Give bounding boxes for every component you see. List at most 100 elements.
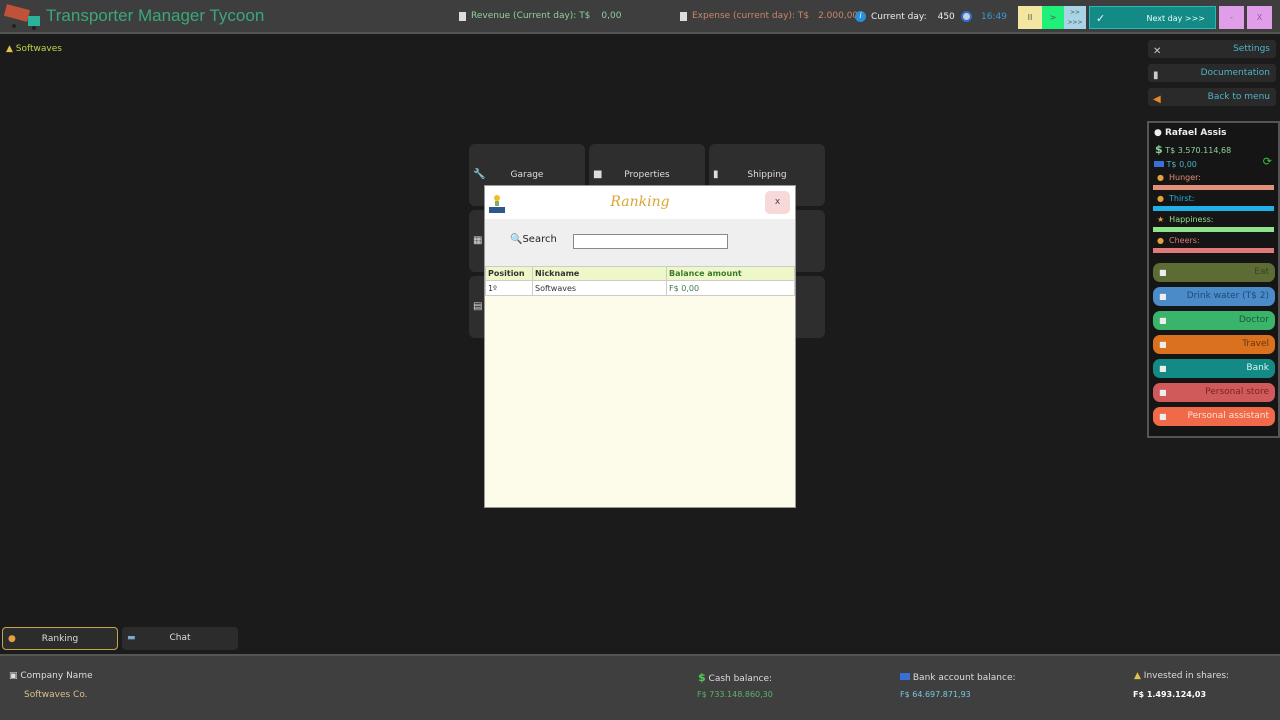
next-day-label: Next day >>> — [1146, 14, 1205, 23]
need-label: ★ Happiness: — [1157, 215, 1278, 224]
need-icon: ★ — [1157, 215, 1165, 224]
cell-nickname: Softwaves — [532, 280, 667, 296]
need-label-text: Thirst: — [1168, 194, 1195, 203]
bank-value: F$ 64.697.871,93 — [900, 690, 971, 699]
cart-icon: ▦ — [473, 235, 483, 246]
need-label: ● Thirst: — [1157, 194, 1278, 203]
user-icon: ▲ — [6, 44, 13, 54]
personal-assistant-button[interactable]: ■ Personal assistant — [1153, 407, 1275, 426]
cell-balance: F$ 0,00 — [666, 280, 795, 296]
bank-button[interactable]: ■ Bank — [1153, 359, 1275, 378]
action-label: Personal assistant — [1187, 411, 1269, 421]
info-icon: ● — [1154, 128, 1162, 138]
revenue-label: Revenue (Current day): T$ — [471, 11, 591, 21]
drink-water-t-icon: ■ — [1159, 292, 1167, 301]
eat-icon: ■ — [1159, 268, 1167, 277]
revenue-stat: Revenue (Current day): T$ 0,00 — [459, 11, 621, 21]
column-header-nickname[interactable]: Nickname — [532, 266, 667, 281]
need-bar — [1153, 206, 1274, 211]
ranking-table: Position Nickname Balance amount 1º Soft… — [485, 266, 795, 296]
documentation-button[interactable]: ▮ Documentation — [1148, 64, 1276, 82]
truck-logo-icon — [4, 4, 40, 30]
action-label: Personal store — [1205, 387, 1269, 397]
tile-label: Shipping — [747, 170, 787, 180]
play-button[interactable]: > — [1042, 6, 1064, 29]
clock-stat: 16:49 — [961, 11, 1007, 22]
action-label: Doctor — [1238, 315, 1269, 325]
need-bar-fill — [1153, 248, 1274, 253]
search-label: Search — [522, 234, 557, 245]
eat-button[interactable]: ■ Eat — [1153, 263, 1275, 282]
need-bar-fill — [1153, 206, 1274, 211]
username: Softwaves — [15, 44, 62, 54]
tab-chat[interactable]: ▬ Chat — [122, 627, 238, 650]
need-bar-fill — [1153, 185, 1274, 190]
dollar-icon: $ — [698, 671, 706, 684]
chat-icon: ▬ — [127, 633, 136, 643]
minimize-button[interactable]: - — [1219, 6, 1244, 29]
table-row[interactable]: 1º Softwaves F$ 0,00 — [485, 280, 795, 296]
document-icon — [680, 11, 687, 21]
back-label: Back to menu — [1207, 92, 1270, 102]
doctor-button[interactable]: ■ Doctor — [1153, 311, 1275, 330]
column-header-position[interactable]: Position — [485, 266, 533, 281]
footer: ▣ Company Name Softwaves Co. $ Cash bala… — [0, 654, 1280, 720]
tile-label: Properties — [624, 170, 670, 180]
card-icon — [900, 673, 910, 680]
tab-label: Ranking — [41, 634, 79, 644]
shares-icon: ▲ — [1134, 671, 1141, 681]
tile-label: Garage — [510, 170, 544, 180]
app-title: Transporter Manager Tycoon — [46, 6, 265, 25]
time-value: 16:49 — [981, 11, 1007, 22]
pause-button[interactable]: II — [1018, 6, 1042, 29]
company-label: ▣ Company Name — [9, 671, 93, 681]
ranking-modal: Ranking x 🔍Search Position Nickname Bala… — [484, 185, 796, 508]
dollar-icon: $ — [1155, 143, 1163, 156]
doctor-icon: ■ — [1159, 316, 1167, 325]
player-bank: T$ 0,00 — [1154, 160, 1278, 169]
cell-position: 1º — [485, 280, 533, 296]
modal-close-button[interactable]: x — [765, 191, 790, 214]
ranking-icon: ● — [8, 634, 16, 644]
action-label: Eat — [1254, 267, 1269, 277]
travel-icon: ■ — [1159, 340, 1167, 349]
need-bar — [1153, 185, 1274, 190]
player-bank-value: T$ 0,00 — [1166, 160, 1197, 169]
shares-label: ▲ Invested in shares: — [1134, 671, 1229, 681]
back-to-menu-button[interactable]: ◀ Back to menu — [1148, 88, 1276, 106]
player-name: Rafael Assis — [1165, 128, 1227, 138]
clock-icon — [961, 11, 972, 22]
company-label-text: Company Name — [20, 671, 93, 681]
action-label: Drink water (T$ 2) — [1186, 291, 1269, 301]
close-button[interactable]: X — [1247, 6, 1272, 29]
current-day-stat: i Current day: 450 — [855, 11, 955, 22]
report-icon: ▤ — [473, 301, 483, 312]
personal-store-icon: ■ — [1159, 388, 1167, 397]
settings-button[interactable]: ✕ Settings — [1148, 40, 1276, 58]
search-icon: 🔍 — [510, 234, 523, 245]
column-header-balance[interactable]: Balance amount — [666, 266, 795, 281]
shares-value: F$ 1.493.124,03 — [1133, 690, 1207, 699]
expense-stat: Expense (current day): T$ 2.000,00 — [680, 11, 858, 21]
player-name-row: ● Rafael Assis — [1154, 128, 1278, 138]
bank-label: Bank account balance: — [900, 673, 1016, 683]
documentation-label: Documentation — [1200, 68, 1270, 78]
cash-value: F$ 733.148.860,30 — [697, 690, 773, 699]
search-input[interactable] — [573, 234, 728, 249]
next-day-button[interactable]: ✓ Next day >>> — [1089, 6, 1216, 29]
settings-label: Settings — [1233, 44, 1270, 54]
drink-water-t-button[interactable]: ■ Drink water (T$ 2) — [1153, 287, 1275, 306]
cash-label-text: Cash balance: — [708, 674, 773, 684]
personal-store-button[interactable]: ■ Personal store — [1153, 383, 1275, 402]
refresh-icon[interactable]: ⟳ — [1263, 155, 1272, 168]
need-label-text: Cheers: — [1168, 236, 1200, 245]
fast-forward-button[interactable]: >> >>> — [1064, 6, 1086, 29]
need-icon: ● — [1157, 173, 1164, 182]
card-icon — [1154, 161, 1164, 167]
need-label-text: Happiness: — [1169, 215, 1214, 224]
search-label-wrap: 🔍Search — [510, 234, 557, 245]
modal-header: Ranking x — [485, 186, 795, 219]
arrow-left-icon: ◀ — [1153, 94, 1161, 105]
travel-button[interactable]: ■ Travel — [1153, 335, 1275, 354]
tab-ranking[interactable]: ● Ranking — [2, 627, 118, 650]
